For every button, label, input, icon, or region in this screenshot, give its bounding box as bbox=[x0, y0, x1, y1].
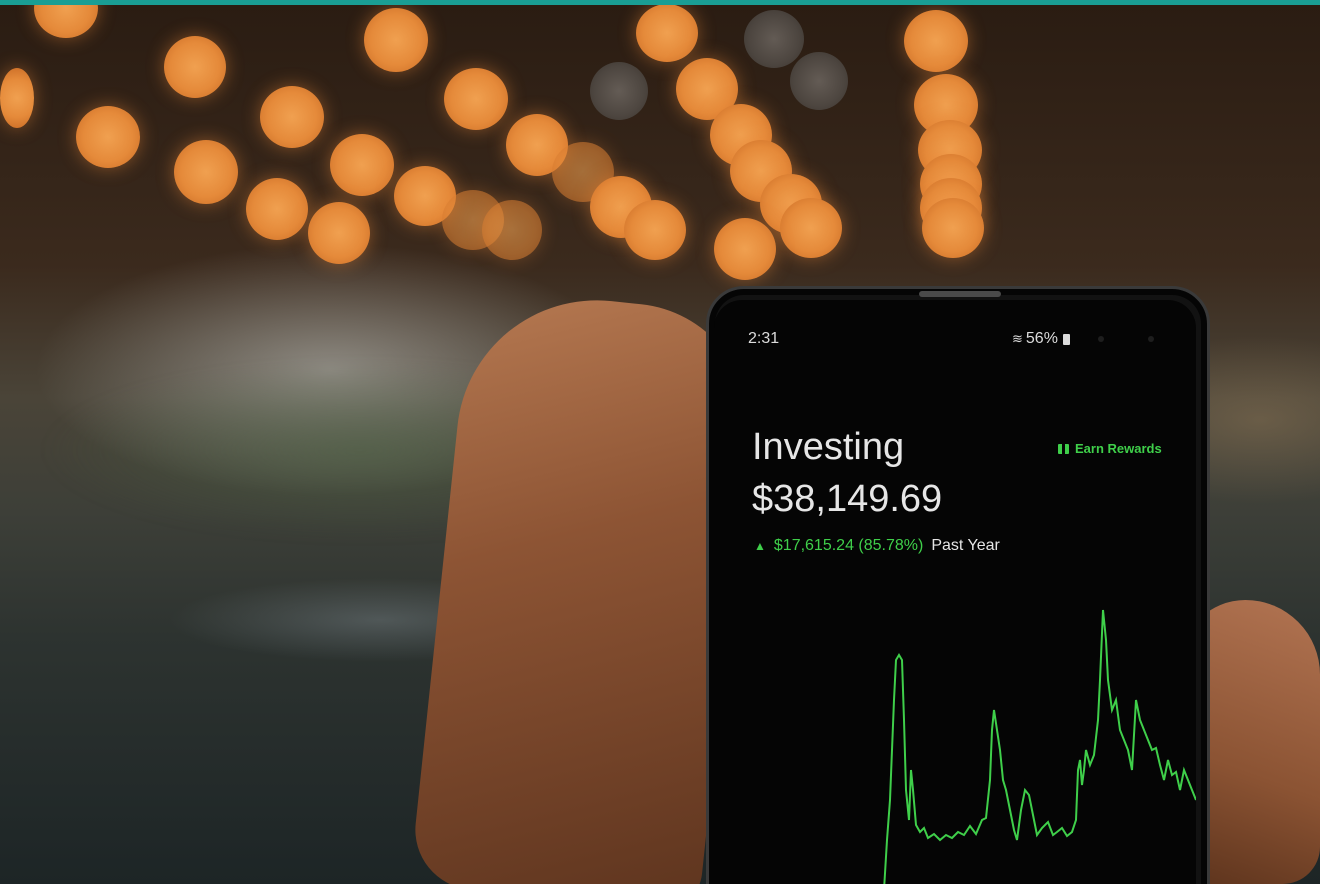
portfolio-line bbox=[883, 609, 1196, 884]
page-title: Investing bbox=[752, 426, 905, 468]
up-arrow-icon: ▲ bbox=[754, 539, 766, 553]
wifi-icon: ≋ bbox=[1012, 331, 1023, 346]
performance-change: ▲ $17,615.24 (85.78%) Past Year bbox=[754, 537, 1000, 555]
battery-percentage: 56% bbox=[1025, 330, 1058, 347]
portfolio-line-chart bbox=[883, 609, 1196, 884]
status-time: 2:31 bbox=[748, 330, 780, 347]
earn-rewards-label: Earn Rewards bbox=[1075, 441, 1162, 456]
change-period: Past Year bbox=[931, 537, 1000, 554]
phone-screen: 2:31 ≋ 56% Investing Earn Rewards $38,14… bbox=[714, 300, 1196, 884]
portfolio-balance: $38,149.69 bbox=[752, 478, 943, 520]
sensor-dot bbox=[1098, 336, 1104, 342]
change-value: $17,615.24 (85.78%) bbox=[773, 537, 924, 554]
photo-scene: 2:31 ≋ 56% Investing Earn Rewards $38,14… bbox=[0, 0, 1320, 884]
gift-icon bbox=[1058, 440, 1069, 454]
camera-dot bbox=[1148, 336, 1154, 342]
status-indicators: ≋ 56% bbox=[1012, 330, 1070, 348]
phone-speaker bbox=[919, 291, 1001, 297]
battery-icon bbox=[1062, 333, 1070, 345]
earn-rewards-button[interactable]: Earn Rewards bbox=[1058, 440, 1162, 456]
top-accent-bar bbox=[0, 0, 1320, 5]
